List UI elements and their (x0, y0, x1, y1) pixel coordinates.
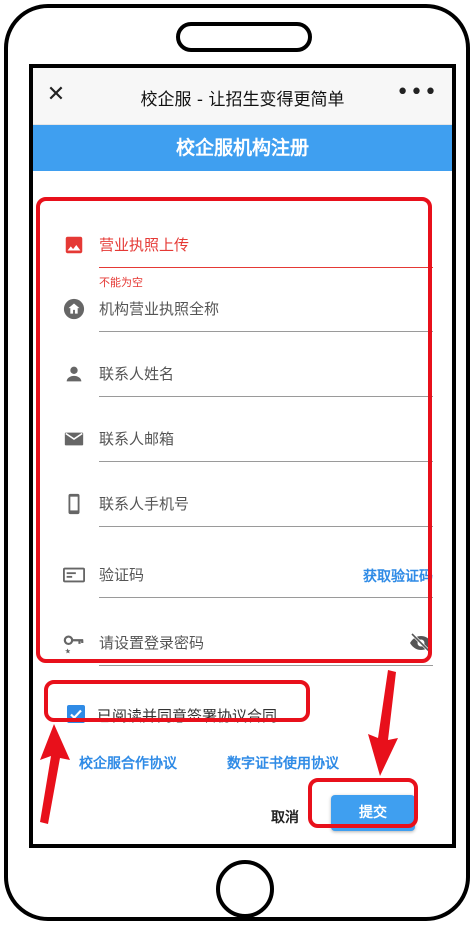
page-title: 校企服机构注册 (33, 125, 452, 171)
submit-highlight-box (308, 778, 418, 828)
home-button (216, 860, 274, 918)
cooperation-agreement-link[interactable]: 校企服合作协议 (79, 753, 177, 773)
window-title: 校企服 - 让招生变得更简单 (140, 90, 345, 110)
title-bar: ✕ 校企服 - 让招生变得更简单 ••• (33, 68, 452, 125)
down-arrow-icon (368, 670, 398, 776)
certificate-agreement-link[interactable]: 数字证书使用协议 (227, 753, 339, 773)
agreement-highlight-box (44, 680, 310, 722)
phone-speaker (176, 22, 312, 52)
up-arrow-icon (40, 724, 70, 824)
cancel-button[interactable]: 取消 (271, 807, 299, 827)
form-highlight-box (36, 197, 432, 663)
field-underline (99, 665, 433, 666)
close-icon[interactable]: ✕ (45, 84, 67, 106)
more-icon[interactable]: ••• (396, 80, 438, 105)
